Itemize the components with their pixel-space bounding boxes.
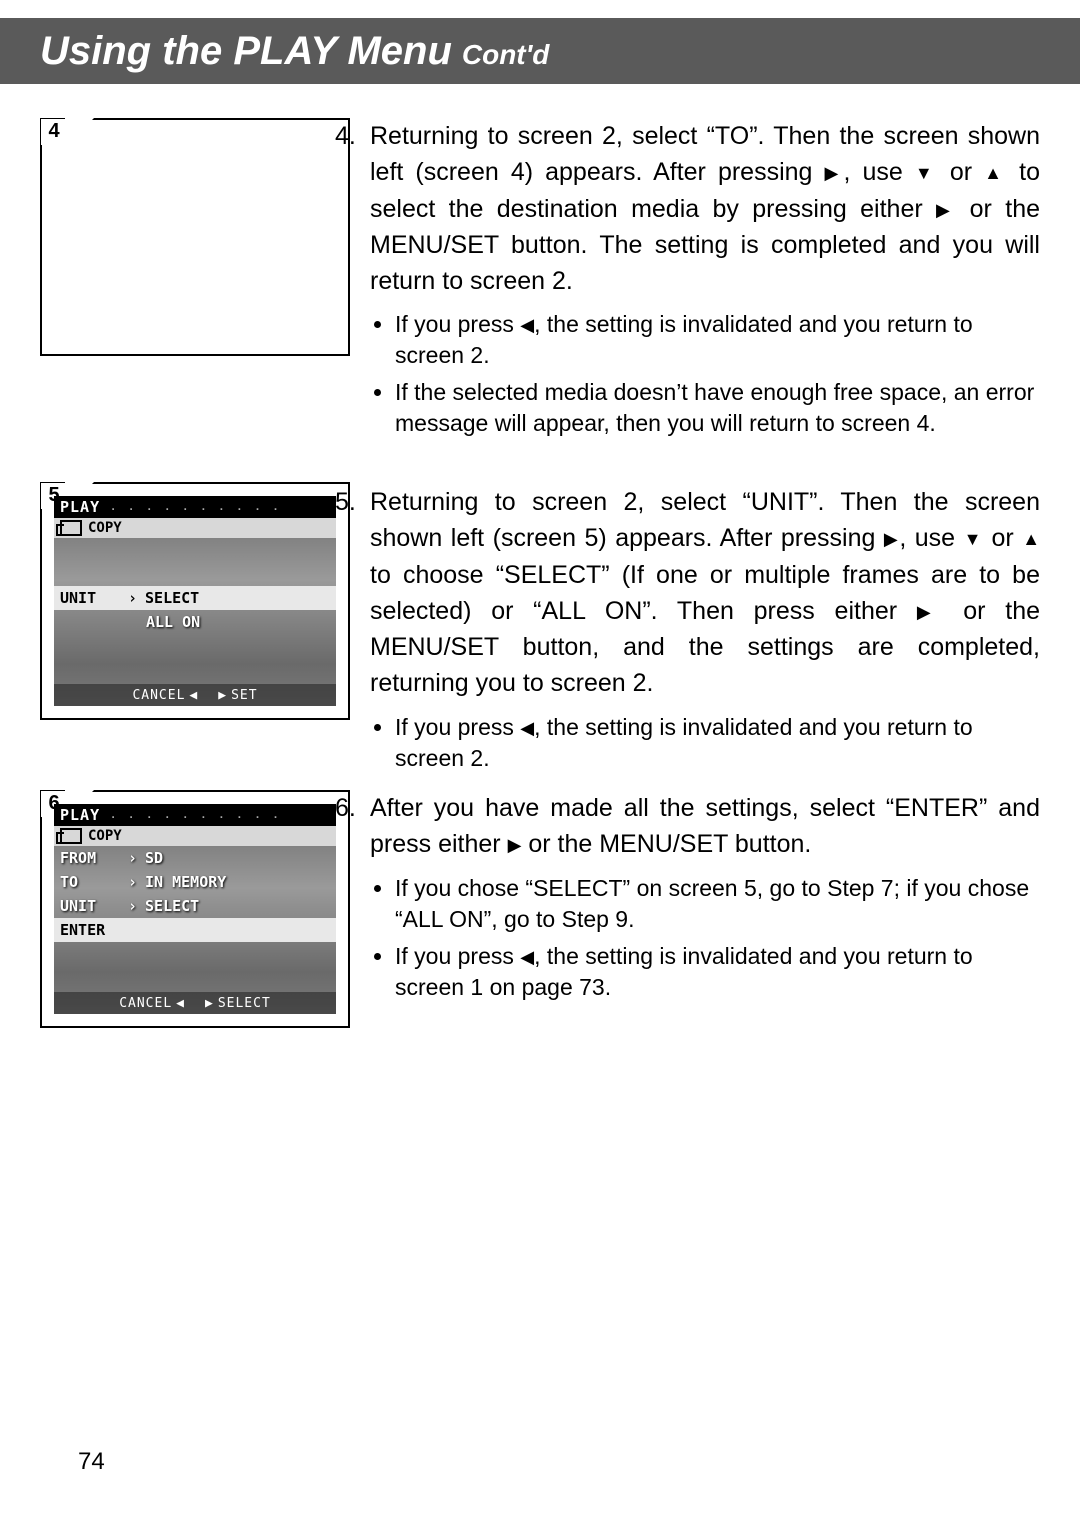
page-title: Using the PLAY Menu: [40, 29, 452, 74]
chevron-right-icon: ›: [128, 589, 137, 607]
chevron-right-icon: ›: [128, 897, 137, 915]
right-triangle-icon: ▶: [917, 602, 944, 622]
left-triangle-icon: ◀: [189, 688, 198, 703]
up-triangle-icon: ▲: [984, 163, 1007, 183]
right-triangle-icon: ▶: [218, 688, 227, 703]
step-4: 4. Returning to screen 2, select “TO”. T…: [370, 118, 1040, 445]
down-triangle-icon: ▼: [964, 529, 983, 549]
lcd6-footer: CANCEL ◀ ▶ SELECT: [54, 992, 336, 1014]
lcd5-tab: COPY: [88, 520, 122, 536]
right-triangle-icon: ▶: [936, 200, 956, 220]
lcd6-tab: COPY: [88, 828, 122, 844]
step-4-bullet-1: If you press ◀, the setting is invalidat…: [395, 309, 1040, 371]
lcd5-row-unit: UNIT › SELECT: [54, 586, 336, 610]
left-triangle-icon: ◀: [520, 315, 534, 335]
screenshot-5: 5 PLAY. . . . . . . . . . COPY UNIT › SE…: [40, 482, 350, 720]
step-6-bullet-1: If you chose “SELECT” on screen 5, go to…: [395, 873, 1040, 935]
page-number: 74: [78, 1448, 105, 1476]
left-triangle-icon: ◀: [520, 718, 534, 738]
step-6-number: 6.: [335, 790, 356, 826]
lcd5-header: PLAY: [60, 498, 100, 516]
copy-icon: [60, 828, 82, 844]
step-6-bullet-2: If you press ◀, the setting is invalidat…: [395, 941, 1040, 1003]
step-5-number: 5.: [335, 484, 356, 520]
screenshot-6: 6 PLAY. . . . . . . . . . COPY FROM › SD…: [40, 790, 350, 1028]
lcd6-row-from: FROM › SD: [54, 846, 336, 870]
right-triangle-icon: ▶: [884, 529, 899, 549]
left-triangle-icon: ◀: [520, 947, 534, 967]
step-5: 5. Returning to screen 2, select “UNIT”.…: [370, 484, 1040, 780]
step-4-number: 4.: [335, 118, 356, 154]
page-title-bar: Using the PLAY Menu Cont'd: [0, 18, 1080, 84]
lcd-5: PLAY. . . . . . . . . . COPY UNIT › SELE…: [54, 496, 336, 706]
right-triangle-icon: ▶: [205, 996, 214, 1011]
lcd6-header: PLAY: [60, 806, 100, 824]
step-4-bullet-2: If the selected media doesn’t have enoug…: [395, 377, 1040, 439]
lcd6-row-unit: UNIT › SELECT: [54, 894, 336, 918]
left-triangle-icon: ◀: [176, 996, 185, 1011]
page-subtitle: Cont'd: [462, 39, 550, 71]
screenshot-4-label: 4: [41, 119, 67, 145]
lcd6-row-enter: ENTER: [54, 918, 336, 942]
step-6: 6. After you have made all the settings,…: [370, 790, 1040, 1009]
chevron-right-icon: ›: [128, 873, 137, 891]
up-triangle-icon: ▲: [1022, 529, 1040, 549]
down-triangle-icon: ▼: [915, 163, 938, 183]
lcd-6: PLAY. . . . . . . . . . COPY FROM › SD T…: [54, 804, 336, 1014]
copy-icon: [60, 520, 82, 536]
screenshot-4: 4: [40, 118, 350, 356]
right-triangle-icon: ▶: [825, 163, 844, 183]
lcd5-row-allon: ALL ON: [54, 610, 336, 634]
step-5-bullet-1: If you press ◀, the setting is invalidat…: [395, 712, 1040, 774]
chevron-right-icon: ›: [128, 849, 137, 867]
right-triangle-icon: ▶: [508, 835, 522, 855]
lcd5-footer: CANCEL ◀ ▶ SET: [54, 684, 336, 706]
lcd6-row-to: TO › IN MEMORY: [54, 870, 336, 894]
